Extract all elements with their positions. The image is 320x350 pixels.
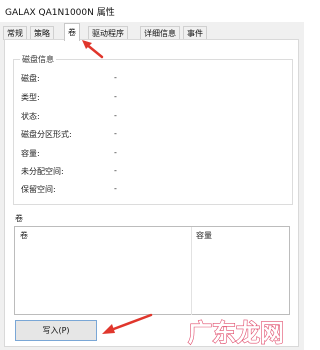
reserved-space-label: 保留空间: <box>21 185 56 194</box>
title-bar: GALAX QA1N1000N 属性 <box>0 0 304 22</box>
status-value: - <box>114 111 117 120</box>
disk-label: 磁盘: <box>21 74 40 83</box>
tab-details[interactable]: 详细信息 <box>140 26 180 40</box>
watermark-logo: 广东龙网 <box>187 318 284 347</box>
partition-style-value: - <box>114 129 117 138</box>
column-divider[interactable] <box>191 227 192 315</box>
tab-general[interactable]: 常规 <box>3 26 27 40</box>
column-header-volume[interactable]: 卷 <box>20 230 28 241</box>
tab-policies[interactable]: 策略 <box>30 26 54 40</box>
volumes-label: 卷 <box>15 214 23 223</box>
column-header-capacity[interactable]: 容量 <box>196 230 212 241</box>
disk-info-title: 磁盘信息 <box>20 54 56 65</box>
svg-text:广东龙网: 广东龙网 <box>188 319 284 347</box>
partition-style-label: 磁盘分区形式: <box>21 130 72 139</box>
unallocated-space-label: 未分配空间: <box>21 167 64 176</box>
unallocated-space-value: - <box>114 166 117 175</box>
disk-value: - <box>114 73 117 82</box>
type-label: 类型: <box>21 93 40 102</box>
tab-strip: 常规 策略 卷 驱动程序 详细信息 事件 <box>0 22 304 41</box>
write-button[interactable]: 写入(P) <box>15 320 97 341</box>
tab-volumes[interactable]: 卷 <box>64 23 80 41</box>
capacity-value: - <box>114 148 117 157</box>
properties-window: GALAX QA1N1000N 属性 常规 策略 卷 驱动程序 详细信息 事件 … <box>0 0 304 350</box>
tab-driver[interactable]: 驱动程序 <box>88 26 128 40</box>
reserved-space-value: - <box>114 184 117 193</box>
volumes-list[interactable]: 卷 容量 <box>14 226 290 315</box>
tab-events[interactable]: 事件 <box>183 26 207 40</box>
type-value: - <box>114 92 117 101</box>
capacity-label: 容量: <box>21 149 40 158</box>
window-title: GALAX QA1N1000N 属性 <box>5 8 115 18</box>
volumes-list-header: 卷 容量 <box>15 227 289 243</box>
status-label: 状态: <box>21 112 40 121</box>
